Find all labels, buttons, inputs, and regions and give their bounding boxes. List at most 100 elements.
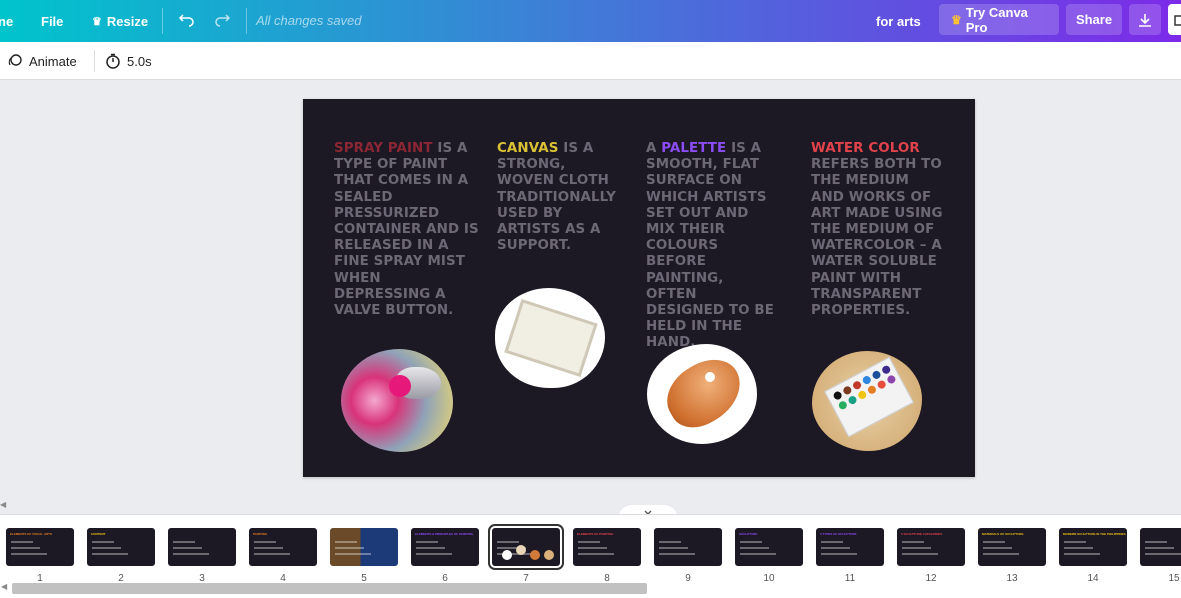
- page-number: 11: [844, 573, 856, 584]
- thumbnail-line: [821, 547, 850, 549]
- page-thumbnail[interactable]: SCULPTURE: [735, 528, 803, 566]
- share-button[interactable]: Share: [1066, 4, 1122, 35]
- page-thumbnail[interactable]: ELEMENTS & PRINCIPLES OF PAINTING: [411, 528, 479, 566]
- thumbnail-line: [1064, 541, 1086, 543]
- thumbnail-line: [11, 541, 33, 543]
- page-thumbnail-title: MODERN SCULPTURE IN THE PHILIPPINES: [1063, 532, 1126, 536]
- page-thumbnail[interactable]: 3 TYPES OF SCULPTURE: [816, 528, 884, 566]
- wooden-palette-shape: [655, 348, 753, 438]
- top-bar: ne File ♛ Resize All changes saved for a…: [0, 0, 1181, 42]
- palette-thumb-hole: [705, 372, 715, 382]
- thumbnail-line: [659, 553, 695, 555]
- thumbnail-line: [173, 547, 202, 549]
- share-label: Share: [1075, 12, 1113, 27]
- thumbnail-line: [821, 553, 857, 555]
- palette-prefix: A: [646, 141, 657, 156]
- page-thumbnail[interactable]: PAINTING: [249, 528, 317, 566]
- file-label: File: [41, 13, 64, 29]
- page-thumbnail-title: 5 SCULPTURE CATEGORIES: [901, 532, 943, 536]
- duration-button[interactable]: 5.0s: [105, 42, 152, 80]
- resize-button[interactable]: ♛ Resize: [92, 0, 148, 42]
- thumbnail-line: [11, 547, 40, 549]
- thumbnail-line: [416, 547, 445, 549]
- file-menu-button[interactable]: File: [41, 0, 63, 42]
- document-title-text: for arts: [876, 13, 921, 29]
- thumbnail-line: [740, 553, 776, 555]
- undo-icon: [178, 14, 194, 27]
- download-icon: [1139, 13, 1151, 27]
- page-thumbnail-title: ELEMENTS & PRINCIPLES OF PAINTING: [415, 532, 474, 536]
- thumbnail-line: [173, 553, 209, 555]
- try-canva-pro-button[interactable]: ♛ Try Canva Pro: [939, 4, 1059, 35]
- palette-body: IS A SMOOTH, FLAT SURFACE ON WHICH ARTIS…: [646, 141, 774, 351]
- page-thumbnail[interactable]: [330, 528, 398, 566]
- redo-button[interactable]: [214, 0, 232, 42]
- thumbnail-line: [416, 541, 438, 543]
- download-button[interactable]: [1129, 4, 1161, 35]
- thumbnail-line: [254, 541, 276, 543]
- try-pro-label: Try Canva Pro: [965, 4, 1028, 35]
- slide-canvas[interactable]: SPRAY PAINT IS A TYPE OF PAINT THAT COME…: [303, 99, 975, 477]
- document-title[interactable]: for arts: [876, 0, 921, 42]
- horizontal-scrollbar[interactable]: [12, 583, 647, 594]
- thumbnail-line: [335, 547, 364, 549]
- canvas-image[interactable]: [495, 288, 605, 388]
- thumbnail-line: [659, 547, 688, 549]
- thumbnail-image-dot: [502, 550, 512, 560]
- publish-button[interactable]: [1168, 4, 1181, 35]
- thumbnail-line: [92, 553, 128, 555]
- page-thumbnail-title: CONTENT: [91, 532, 106, 536]
- thumbnail-line: [578, 541, 600, 543]
- thumbnail-line: [92, 547, 121, 549]
- timer-icon: [106, 53, 120, 69]
- undo-button[interactable]: [177, 0, 195, 42]
- thumbnail-line: [983, 553, 1019, 555]
- thumbnail-line: [821, 541, 843, 543]
- palette-image[interactable]: [647, 344, 757, 444]
- page-thumbnail[interactable]: 5 SCULPTURE CATEGORIES: [897, 528, 965, 566]
- thumbnail-line: [497, 541, 519, 543]
- save-status: All changes saved: [256, 13, 362, 28]
- home-button[interactable]: ne: [0, 0, 13, 42]
- page-thumbnail[interactable]: ELEMENTS OF PAINTING: [573, 528, 641, 566]
- thumbnail-line: [254, 547, 283, 549]
- spray-paint-highlight: SPRAY PAINT: [334, 141, 433, 156]
- watercolor-image[interactable]: [812, 351, 922, 451]
- thumbnail-image-dot: [530, 550, 540, 560]
- page-thumbnail[interactable]: [168, 528, 236, 566]
- crown-icon: ♛: [951, 12, 962, 27]
- thumbnail-line: [1064, 553, 1100, 555]
- page-thumbnail[interactable]: [654, 528, 722, 566]
- thumbnail-line: [1064, 547, 1093, 549]
- divider: [246, 8, 247, 34]
- spray-paint-body: IS A TYPE OF PAINT THAT COMES IN A SEALE…: [334, 141, 479, 319]
- scroll-left-icon[interactable]: ◀: [0, 500, 6, 509]
- watercolor-tray-shape: [824, 356, 914, 438]
- page-thumbnail[interactable]: MODERN SCULPTURE IN THE PHILIPPINES: [1059, 528, 1127, 566]
- thumbnail-image-dot: [516, 545, 526, 555]
- spray-paint-text[interactable]: SPRAY PAINT IS A TYPE OF PAINT THAT COME…: [334, 141, 479, 319]
- page-thumbnail[interactable]: MATERIALS OF SCULPTURE: [978, 528, 1046, 566]
- spray-paint-image[interactable]: [341, 349, 453, 452]
- thumbnail-line: [335, 541, 357, 543]
- page-thumbnail[interactable]: [1140, 528, 1181, 566]
- watercolor-body: REFERS BOTH TO THE MEDIUM AND WORKS OF A…: [811, 157, 943, 319]
- canvas-board-shape: [504, 299, 598, 377]
- animate-icon: [8, 54, 22, 66]
- scroll-left-icon[interactable]: ◀: [1, 582, 7, 591]
- page-thumbnail[interactable]: CONTENT: [87, 528, 155, 566]
- home-label: ne: [0, 13, 14, 29]
- thumbnail-line: [740, 547, 769, 549]
- animate-button[interactable]: Animate: [7, 42, 77, 80]
- resize-label: Resize: [106, 13, 149, 29]
- page-thumbnail[interactable]: ELEMENTS OF VISUAL ARTS: [6, 528, 74, 566]
- palette-text[interactable]: A PALETTE IS A SMOOTH, FLAT SURFACE ON W…: [646, 141, 778, 352]
- thumbnail-image-dot: [544, 550, 554, 560]
- page-number: 10: [763, 573, 775, 584]
- page-thumbnail[interactable]: [488, 524, 564, 570]
- watercolor-text[interactable]: WATER COLOR REFERS BOTH TO THE MEDIUM AN…: [811, 141, 943, 319]
- thumbnail-line: [902, 547, 931, 549]
- canvas-text[interactable]: CANVAS IS A STRONG, WOVEN CLOTH TRADITIO…: [497, 141, 617, 254]
- editor-toolbar: Animate 5.0s: [0, 42, 1181, 80]
- thumbnail-line: [335, 553, 371, 555]
